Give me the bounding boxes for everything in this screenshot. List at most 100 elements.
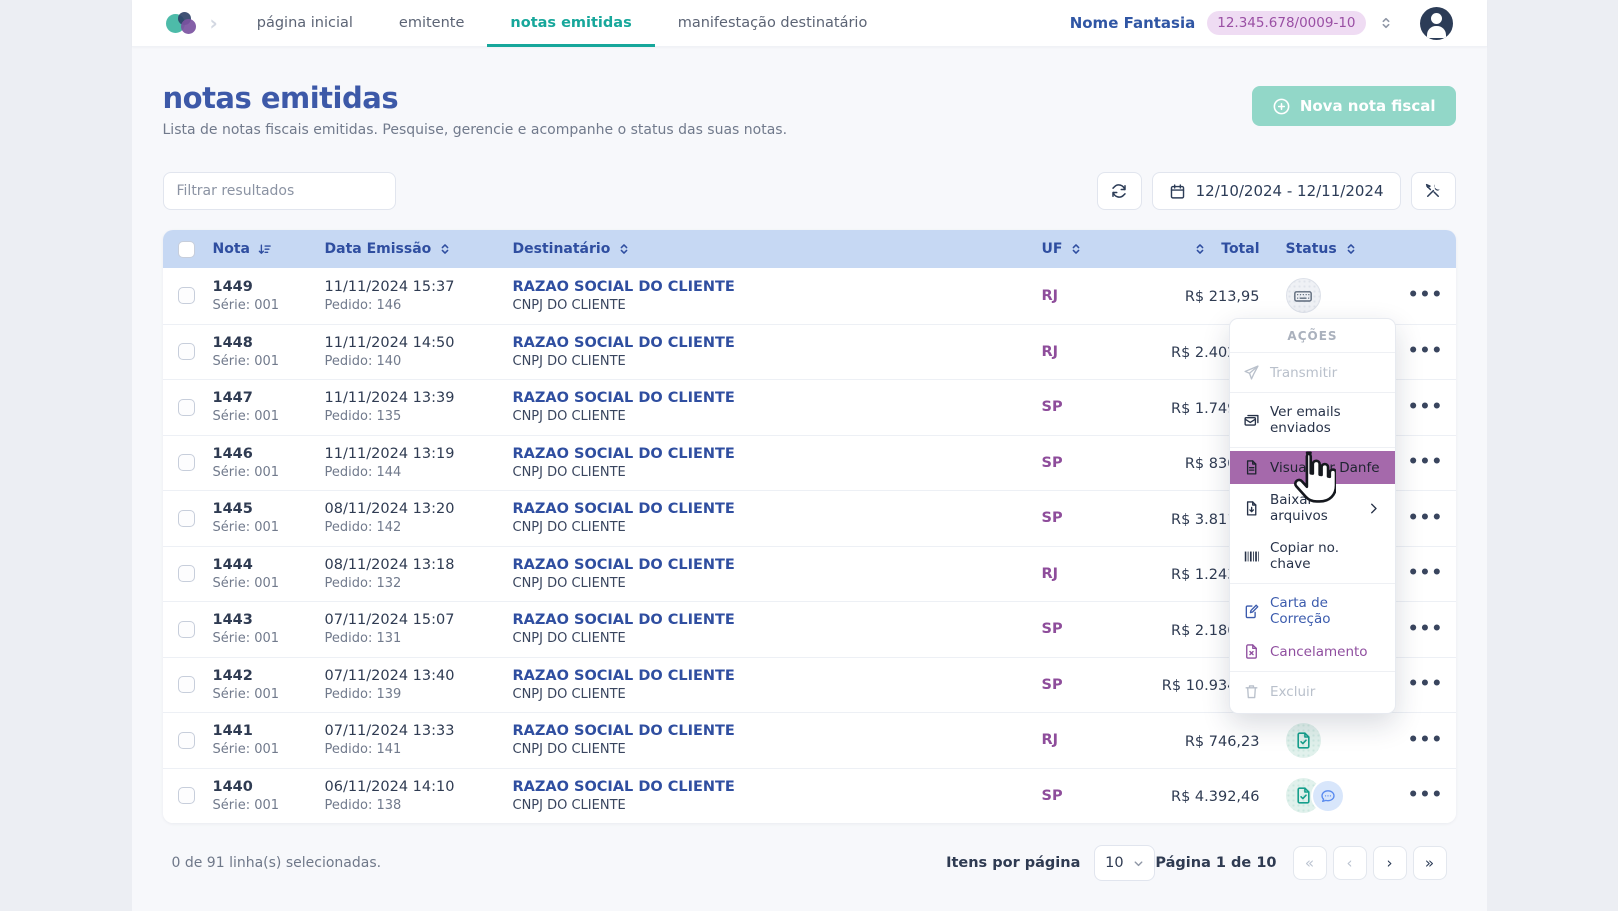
company-switcher-chevrons-icon[interactable]: [1378, 15, 1394, 31]
document-icon: [1243, 459, 1260, 476]
row-checkbox[interactable]: [178, 732, 195, 749]
last-page-button[interactable]: »: [1413, 846, 1447, 880]
next-page-button[interactable]: ›: [1373, 846, 1407, 880]
refresh-icon: [1110, 182, 1128, 200]
filter-input[interactable]: [163, 172, 396, 210]
row-checkbox[interactable]: [178, 676, 195, 693]
row-more-actions-button[interactable]: •••: [1402, 559, 1450, 588]
recipient-cnpj: CNPJ DO CLIENTE: [513, 354, 1042, 369]
recipient-name-link[interactable]: RAZAO SOCIAL DO CLIENTE: [513, 557, 1042, 573]
recipient-cnpj: CNPJ DO CLIENTE: [513, 298, 1042, 313]
menu-item-carta-de-corre-o[interactable]: Carta de Correção: [1230, 587, 1395, 635]
column-header-nota[interactable]: Nota: [213, 241, 325, 257]
column-header-data-emissao[interactable]: Data Emissão: [325, 241, 513, 257]
new-invoice-button[interactable]: Nova nota fiscal: [1252, 86, 1456, 126]
row-more-actions-button[interactable]: •••: [1402, 337, 1450, 366]
row-checkbox[interactable]: [178, 565, 195, 582]
date-range-button[interactable]: 12/10/2024 - 12/11/2024: [1152, 172, 1401, 210]
user-avatar[interactable]: [1420, 7, 1453, 40]
row-checkbox[interactable]: [178, 287, 195, 304]
column-header-status[interactable]: Status: [1286, 241, 1396, 257]
order-number: Pedido: 141: [325, 742, 513, 757]
sort-icon: [1069, 242, 1083, 256]
invoice-number: 1449: [213, 279, 325, 295]
recipient-cnpj: CNPJ DO CLIENTE: [513, 520, 1042, 535]
refresh-button[interactable]: [1097, 172, 1142, 210]
invoice-series: Série: 001: [213, 409, 325, 424]
previous-page-button[interactable]: ‹: [1333, 846, 1367, 880]
recipient-name-link[interactable]: RAZAO SOCIAL DO CLIENTE: [513, 279, 1042, 295]
recipient-name-link[interactable]: RAZAO SOCIAL DO CLIENTE: [513, 723, 1042, 739]
recipient-name-link[interactable]: RAZAO SOCIAL DO CLIENTE: [513, 668, 1042, 684]
row-actions-menu: AÇÕES TransmitirVer emails enviadosVisua…: [1229, 318, 1396, 714]
emission-date: 07/11/2024 13:33: [325, 723, 513, 739]
recipient-name-link[interactable]: RAZAO SOCIAL DO CLIENTE: [513, 501, 1042, 517]
invoice-series: Série: 001: [213, 687, 325, 702]
row-checkbox[interactable]: [178, 399, 195, 416]
nav-item-1[interactable]: emitente: [376, 0, 487, 47]
table-settings-button[interactable]: [1411, 172, 1456, 210]
menu-item-visualizar-danfe[interactable]: Visualizar Danfe: [1230, 451, 1395, 484]
order-number: Pedido: 139: [325, 687, 513, 702]
recipient-name-link[interactable]: RAZAO SOCIAL DO CLIENTE: [513, 612, 1042, 628]
nav-item-3[interactable]: manifestação destinatário: [655, 0, 891, 47]
recipient-cnpj: CNPJ DO CLIENTE: [513, 409, 1042, 424]
menu-item-cancelamento[interactable]: Cancelamento: [1230, 635, 1395, 668]
total-value: R$ 746,23: [1185, 734, 1260, 750]
row-more-actions-button[interactable]: •••: [1402, 615, 1450, 644]
recipient-name-link[interactable]: RAZAO SOCIAL DO CLIENTE: [513, 779, 1042, 795]
send-icon: [1243, 364, 1260, 381]
recipient-cnpj: CNPJ DO CLIENTE: [513, 631, 1042, 646]
status-typing-badge[interactable]: [1286, 278, 1321, 313]
invoice-series: Série: 001: [213, 298, 325, 313]
recipient-name-link[interactable]: RAZAO SOCIAL DO CLIENTE: [513, 335, 1042, 351]
company-name[interactable]: Nome Fantasia: [1070, 14, 1196, 32]
row-checkbox[interactable]: [178, 343, 195, 360]
menu-item-copiar-no-chave[interactable]: Copiar no. chave: [1230, 532, 1395, 580]
invoice-series: Série: 001: [213, 798, 325, 813]
row-more-actions-button[interactable]: •••: [1402, 726, 1450, 755]
row-more-actions-button[interactable]: •••: [1402, 281, 1450, 310]
status-message-badge[interactable]: [1313, 781, 1343, 811]
row-more-actions-button[interactable]: •••: [1402, 504, 1450, 533]
row-more-actions-button[interactable]: •••: [1402, 448, 1450, 477]
column-header-uf[interactable]: UF: [1042, 241, 1134, 257]
order-number: Pedido: 140: [325, 354, 513, 369]
order-number: Pedido: 135: [325, 409, 513, 424]
select-all-checkbox[interactable]: [178, 241, 195, 258]
row-more-actions-button[interactable]: •••: [1402, 393, 1450, 422]
status-authorized-badge[interactable]: [1286, 723, 1321, 758]
table-row: 1441 Série: 001 07/11/2024 13:33 Pedido:…: [163, 712, 1456, 768]
row-more-actions-button[interactable]: •••: [1402, 670, 1450, 699]
recipient-cnpj: CNPJ DO CLIENTE: [513, 798, 1042, 813]
recipient-name-link[interactable]: RAZAO SOCIAL DO CLIENTE: [513, 446, 1042, 462]
column-header-destinatario[interactable]: Destinatário: [513, 241, 1042, 257]
recipient-name-link[interactable]: RAZAO SOCIAL DO CLIENTE: [513, 390, 1042, 406]
emission-date: 11/11/2024 15:37: [325, 279, 513, 295]
status-cell: [1286, 778, 1396, 813]
cnpj-badge[interactable]: 12.345.678/0009-10: [1207, 11, 1365, 35]
app-logo-icon[interactable]: [166, 9, 200, 37]
page-heading-group: notas emitidas Lista de notas fiscais em…: [163, 81, 788, 138]
items-per-page-select[interactable]: 10: [1094, 845, 1155, 881]
page-subtitle: Lista de notas fiscais emitidas. Pesquis…: [163, 122, 788, 138]
breadcrumb-chevron-icon: ›: [210, 11, 218, 35]
row-checkbox[interactable]: [178, 510, 195, 527]
first-page-button[interactable]: «: [1293, 846, 1327, 880]
column-header-total[interactable]: Total: [1134, 241, 1286, 257]
barcode-icon: [1243, 548, 1260, 565]
plus-circle-icon: [1272, 97, 1291, 116]
row-checkbox[interactable]: [178, 454, 195, 471]
menu-item-ver-emails-enviados[interactable]: Ver emails enviados: [1230, 396, 1395, 444]
invoice-series: Série: 001: [213, 354, 325, 369]
row-checkbox[interactable]: [178, 621, 195, 638]
menu-item-baixar-arquivos[interactable]: Baixar arquivos: [1230, 484, 1395, 532]
nav-right-group: Nome Fantasia 12.345.678/0009-10: [1070, 7, 1453, 40]
nav-item-2[interactable]: notas emitidas: [487, 0, 654, 47]
row-more-actions-button[interactable]: •••: [1402, 781, 1450, 810]
invoice-number: 1443: [213, 612, 325, 628]
recipient-cnpj: CNPJ DO CLIENTE: [513, 465, 1042, 480]
emission-date: 11/11/2024 13:19: [325, 446, 513, 462]
row-checkbox[interactable]: [178, 787, 195, 804]
nav-item-0[interactable]: página inicial: [234, 0, 376, 47]
